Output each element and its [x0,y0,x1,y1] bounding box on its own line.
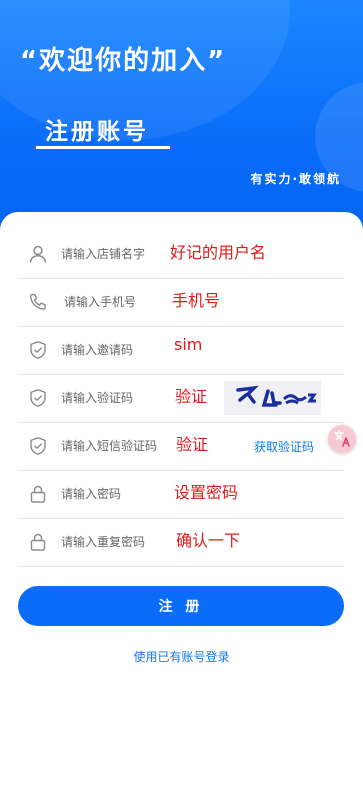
lock-icon [30,533,46,551]
sms-code-value: 验证 [176,435,209,454]
sms-code-field[interactable]: 请输入短信验证码 验证 获取验证码 [18,422,344,471]
invite-code-value: sim [174,335,203,354]
captcha-value: 验证 [175,387,208,406]
shield-icon [30,341,46,359]
shield-icon [30,437,46,455]
get-sms-code-button[interactable]: 获取验证码 [254,438,314,455]
password-field[interactable]: 请输入密码 设置密码 [18,470,344,519]
phone-value: 手机号 [172,291,221,310]
store-name-placeholder: 请输入店铺名字 [61,247,146,261]
translate-floating-button[interactable] [328,425,356,453]
lock-icon [30,485,46,503]
repeat-password-value: 确认一下 [176,531,241,550]
header-banner: “欢迎你的加入” 注册账号 有实力·敢领航 [0,0,363,240]
repeat-password-field[interactable]: 请输入重复密码 确认一下 [18,518,344,567]
welcome-slogan: “欢迎你的加入” [20,46,227,76]
tagline: 有实力·敢领航 [250,172,341,186]
store-name-field[interactable]: 请输入店铺名字 好记的用户名 [18,230,344,279]
invite-code-placeholder: 请输入邀请码 [61,343,134,357]
title-underline [36,146,170,149]
shield-icon [30,389,46,407]
user-icon [29,245,47,263]
phone-icon [29,293,46,310]
captcha-image[interactable] [224,381,321,415]
phone-placeholder: 请输入手机号 [64,295,137,309]
sms-code-placeholder: 请输入短信验证码 [61,439,158,453]
store-name-value: 好记的用户名 [170,243,267,262]
password-placeholder: 请输入密码 [61,487,122,501]
password-value: 设置密码 [174,483,239,502]
translate-icon [334,430,350,447]
register-button[interactable]: 注 册 [18,586,344,626]
repeat-password-placeholder: 请输入重复密码 [61,535,146,549]
captcha-placeholder: 请输入验证码 [61,391,134,405]
invite-code-field[interactable]: 请输入邀请码 sim [18,326,344,375]
login-existing-account-link[interactable]: 使用已有账号登录 [0,648,363,665]
page-title: 注册账号 [45,119,149,145]
register-form: 请输入店铺名字 好记的用户名 请输入手机号 手机号 请输入邀请码 sim 请输入… [0,212,363,785]
phone-field[interactable]: 请输入手机号 手机号 [18,278,344,327]
captcha-field[interactable]: 请输入验证码 验证 [18,374,344,423]
